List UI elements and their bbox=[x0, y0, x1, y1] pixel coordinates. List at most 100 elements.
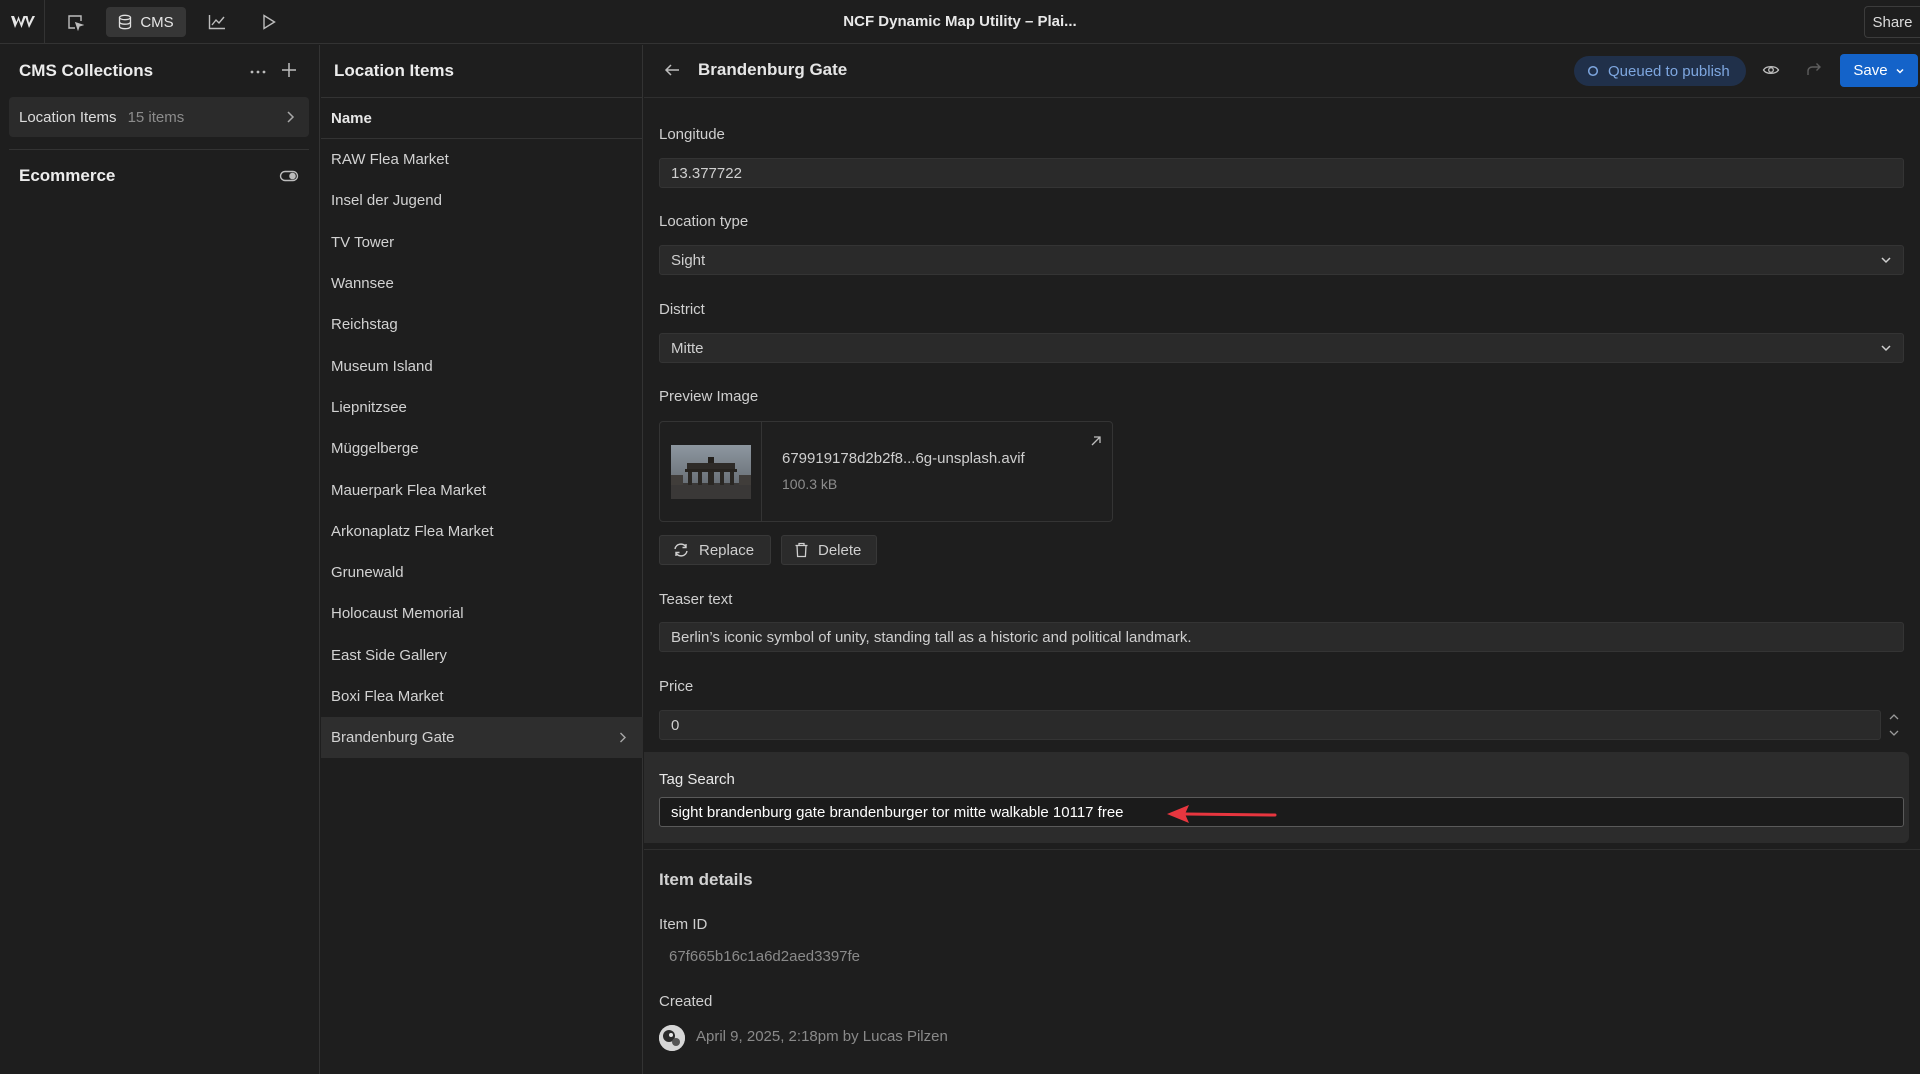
section-divider bbox=[644, 849, 1920, 850]
sidebar-divider bbox=[9, 149, 309, 150]
chevron-right-icon bbox=[618, 731, 627, 744]
longitude-field[interactable]: 13.377722 bbox=[659, 158, 1904, 188]
add-collection-icon[interactable] bbox=[279, 59, 299, 81]
database-icon bbox=[118, 14, 132, 30]
list-item[interactable]: Mauerpark Flea Market bbox=[321, 469, 643, 510]
refresh-icon bbox=[672, 542, 690, 558]
teaser-label: Teaser text bbox=[659, 591, 733, 608]
replace-label: Replace bbox=[699, 541, 755, 559]
avatar bbox=[659, 1025, 685, 1051]
webflow-logo[interactable] bbox=[10, 11, 36, 33]
tag-search-field[interactable]: sight brandenburg gate brandenburger tor… bbox=[659, 797, 1904, 827]
item-details-heading: Item details bbox=[659, 870, 753, 889]
list-item[interactable]: Holocaust Memorial bbox=[321, 593, 643, 634]
chevron-down-icon bbox=[1880, 255, 1892, 265]
sidebar-item-location-items[interactable]: Location Items 15 items bbox=[9, 97, 309, 137]
price-value: 0 bbox=[671, 716, 680, 734]
ecommerce-heading: Ecommerce bbox=[19, 166, 116, 185]
list-item[interactable]: Grunewald bbox=[321, 552, 643, 593]
share-button[interactable]: Share bbox=[1864, 6, 1920, 38]
list-rows: RAW Flea Market Insel der Jugend TV Towe… bbox=[321, 139, 643, 759]
created-value: April 9, 2025, 2:18pm by Lucas Pilzen bbox=[696, 1028, 948, 1045]
cms-collections-sidebar: CMS Collections Location Items 15 items … bbox=[0, 45, 320, 1074]
longitude-value: 13.377722 bbox=[671, 164, 742, 182]
save-label: Save bbox=[1853, 62, 1888, 79]
site-title: NCF Dynamic Map Utility – Plai... bbox=[843, 13, 1077, 30]
topbar-divider bbox=[44, 0, 45, 44]
item-id-label: Item ID bbox=[659, 916, 708, 933]
save-button[interactable]: Save bbox=[1840, 54, 1918, 87]
district-value: Mitte bbox=[671, 339, 704, 357]
location-items-list: Location Items Name RAW Flea Market Inse… bbox=[321, 45, 643, 1074]
column-header-name[interactable]: Name bbox=[321, 97, 643, 139]
status-circle-icon bbox=[1587, 65, 1599, 77]
chevron-right-icon bbox=[285, 110, 295, 124]
item-id-value: 67f665b16c1a6d2aed3397fe bbox=[669, 948, 861, 965]
image-filesize: 100.3 kB bbox=[782, 476, 838, 492]
list-item[interactable]: Reichstag bbox=[321, 304, 643, 345]
tag-search-value: sight brandenburg gate brandenburger tor… bbox=[671, 803, 1124, 821]
price-label: Price bbox=[659, 678, 694, 695]
chevron-down-icon bbox=[1895, 67, 1905, 75]
district-label: District bbox=[659, 301, 705, 318]
list-item[interactable]: RAW Flea Market bbox=[321, 139, 643, 180]
navigator-button[interactable] bbox=[60, 7, 90, 37]
list-item[interactable]: Müggelberge bbox=[321, 428, 643, 469]
list-item[interactable]: Wannsee bbox=[321, 263, 643, 304]
chart-icon bbox=[208, 14, 226, 30]
list-item-label: Brandenburg Gate bbox=[331, 729, 455, 747]
header-divider bbox=[644, 97, 1920, 98]
back-arrow-icon[interactable] bbox=[663, 61, 681, 79]
sidebar-title: CMS Collections bbox=[19, 61, 154, 80]
list-item[interactable]: East Side Gallery bbox=[321, 635, 643, 676]
list-item[interactable]: TV Tower bbox=[321, 222, 643, 263]
district-select[interactable]: Mitte bbox=[659, 333, 1904, 363]
eye-icon[interactable] bbox=[1762, 62, 1780, 78]
replace-image-button[interactable]: Replace bbox=[659, 535, 771, 565]
list-item[interactable]: Museum Island bbox=[321, 345, 643, 386]
delete-label: Delete bbox=[818, 541, 862, 559]
list-item[interactable]: Arkonaplatz Flea Market bbox=[321, 511, 643, 552]
location-type-value: Sight bbox=[671, 251, 706, 269]
teaser-field[interactable]: Berlin’s iconic symbol of unity, standin… bbox=[659, 622, 1904, 652]
delete-image-button[interactable]: Delete bbox=[781, 535, 877, 565]
publish-status-badge[interactable]: Queued to publish bbox=[1574, 56, 1746, 86]
chevron-down-icon bbox=[1880, 343, 1892, 353]
teaser-value: Berlin’s iconic symbol of unity, standin… bbox=[671, 628, 1192, 646]
cms-tab[interactable]: CMS bbox=[106, 7, 186, 37]
annotation-arrow bbox=[1165, 802, 1277, 826]
stepper-icon[interactable] bbox=[1884, 710, 1904, 740]
preview-button[interactable] bbox=[254, 7, 284, 37]
list-item[interactable]: Insel der Jugend bbox=[321, 180, 643, 221]
list-item[interactable]: Boxi Flea Market bbox=[321, 676, 643, 717]
collection-label: Location Items bbox=[19, 108, 117, 126]
redo-icon[interactable] bbox=[1805, 60, 1823, 78]
image-filename: 679919178d2b2f8...6g-unsplash.avif bbox=[782, 450, 1025, 467]
longitude-label: Longitude bbox=[659, 126, 725, 143]
item-title: Brandenburg Gate bbox=[698, 60, 848, 79]
tag-search-panel: Tag Search sight brandenburg gate brande… bbox=[644, 752, 1909, 843]
play-icon bbox=[262, 14, 276, 30]
preview-image-card: 679919178d2b2f8...6g-unsplash.avif 100.3… bbox=[659, 421, 1113, 522]
tag-search-label: Tag Search bbox=[659, 771, 735, 788]
preview-image-label: Preview Image bbox=[659, 388, 759, 405]
toggle-icon[interactable] bbox=[279, 167, 299, 185]
external-link-icon[interactable] bbox=[1089, 434, 1103, 448]
more-icon[interactable] bbox=[247, 62, 269, 82]
price-field[interactable]: 0 bbox=[659, 710, 1881, 740]
location-type-select[interactable]: Sight bbox=[659, 245, 1904, 275]
status-label: Queued to publish bbox=[1608, 62, 1730, 80]
insights-button[interactable] bbox=[202, 7, 232, 37]
navigator-icon bbox=[66, 13, 84, 31]
top-bar: CMS NCF Dynamic Map Utility – Plai... Sh… bbox=[0, 0, 1920, 44]
created-label: Created bbox=[659, 993, 713, 1010]
image-thumbnail-frame bbox=[660, 422, 762, 521]
image-thumbnail[interactable] bbox=[670, 444, 751, 499]
list-item-selected[interactable]: Brandenburg Gate bbox=[321, 717, 643, 759]
cms-tab-label: CMS bbox=[140, 13, 174, 31]
location-type-label: Location type bbox=[659, 213, 749, 230]
trash-icon bbox=[794, 542, 809, 558]
list-title: Location Items bbox=[334, 61, 454, 80]
collection-count: 15 items bbox=[127, 108, 185, 126]
list-item[interactable]: Liepnitzsee bbox=[321, 387, 643, 428]
